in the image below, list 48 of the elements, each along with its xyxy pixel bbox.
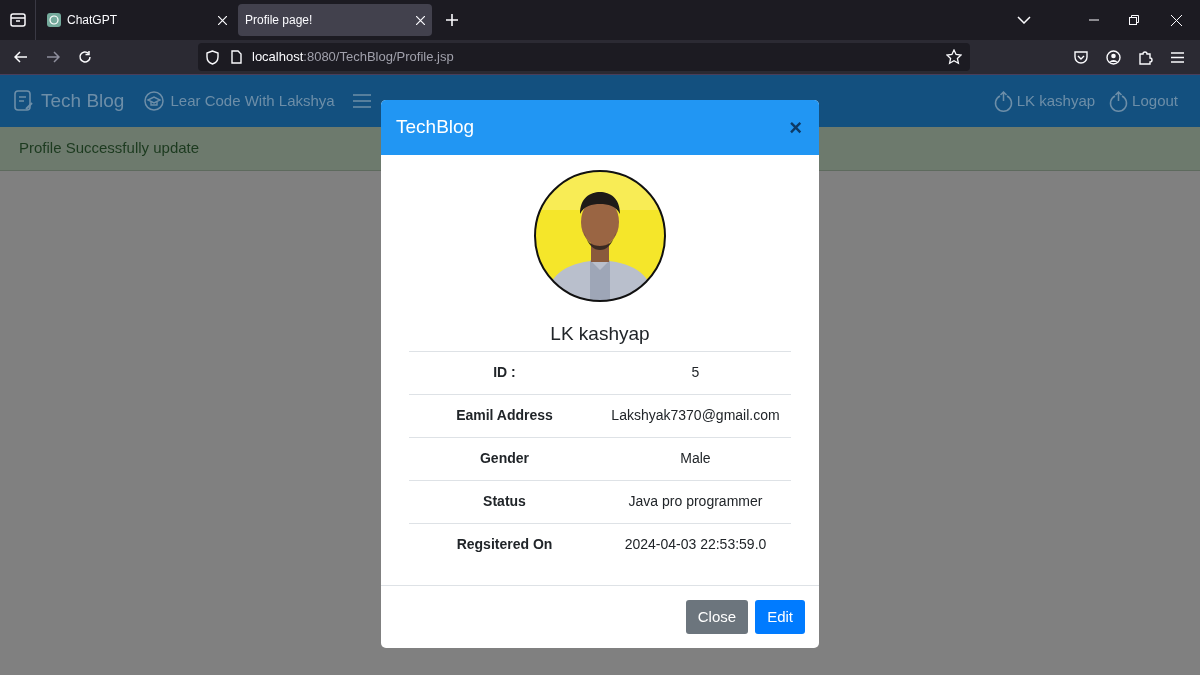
chat-logo-icon [47, 13, 61, 27]
page-icon [231, 50, 242, 64]
new-tab-icon[interactable] [446, 14, 458, 26]
profile-name: LK kashyap [550, 322, 650, 346]
close-tab-icon[interactable] [416, 15, 425, 25]
nav-link[interactable]: LK kashyap [993, 89, 1096, 113]
close-button[interactable]: Close [685, 600, 749, 634]
extensions-icon[interactable] [1139, 49, 1153, 65]
tab-title: Profile page! [245, 12, 313, 29]
field-label: Status [482, 492, 527, 511]
browser-tab[interactable]: ChatGPT [40, 4, 234, 36]
field-value: Lakshyak7370@gmail.com [610, 406, 781, 425]
close-icon[interactable] [1171, 14, 1182, 26]
back-arrow-icon[interactable] [14, 51, 28, 63]
field-value: Male [679, 449, 712, 468]
menu-icon[interactable] [1171, 51, 1184, 63]
restore-icon[interactable] [1129, 15, 1139, 25]
star-icon[interactable] [946, 49, 962, 65]
field-value: 2024-04-03 22:53:59.0 [623, 535, 768, 554]
graduation-cap-icon [144, 91, 165, 111]
forward-arrow-icon[interactable] [46, 51, 60, 63]
address-bar[interactable]: localhost:8080/TechBlog/Profile.jsp [198, 43, 970, 71]
power-icon [993, 90, 1013, 112]
alert-message: Profile Successfully update [19, 138, 200, 159]
tab-list-icon[interactable] [9, 13, 26, 27]
chevron-down-icon[interactable] [1017, 16, 1031, 24]
url-text: localhost:8080/TechBlog/Profile.jsp [252, 48, 454, 67]
brand-name[interactable]: Tech Blog [41, 86, 125, 116]
power-icon [1109, 90, 1129, 112]
pocket-icon[interactable] [1074, 50, 1088, 64]
field-label: Regsitered On [455, 535, 554, 554]
reload-icon[interactable] [78, 50, 92, 64]
nav-link[interactable]: Lear Code With Lakshya [144, 89, 335, 113]
notes-icon [14, 90, 34, 112]
edit-button[interactable]: Edit [755, 600, 805, 634]
field-label: Gender [479, 449, 530, 468]
close-tab-icon[interactable] [218, 15, 227, 25]
field-value: Java pro programmer [627, 492, 764, 511]
browser-tab[interactable]: Profile page! [238, 4, 432, 36]
tab-title: ChatGPT [67, 12, 117, 29]
nav-link[interactable]: Logout [1109, 89, 1178, 113]
modal-title: TechBlog [396, 115, 475, 140]
close-button[interactable]: × [789, 116, 802, 139]
shield-icon[interactable] [206, 49, 219, 65]
field-label: Eamil Address [455, 406, 554, 425]
field-label: ID : [492, 363, 517, 382]
account-icon[interactable] [1106, 49, 1121, 65]
field-value: 5 [690, 363, 701, 382]
